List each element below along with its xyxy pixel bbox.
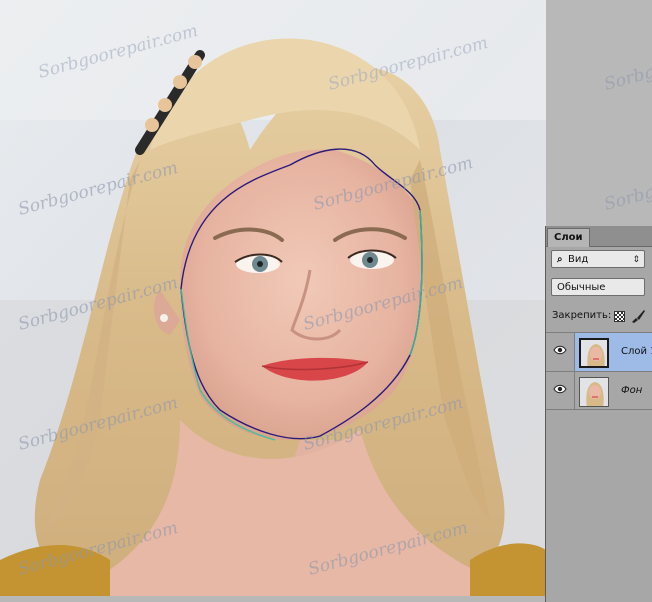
blend-mode-value: Обычные	[557, 282, 606, 293]
layer-name[interactable]: Слой 1	[621, 346, 652, 357]
layer-filter-select[interactable]: ⌕ Вид ⇕	[551, 250, 645, 268]
tab-layers[interactable]: Слои	[547, 228, 590, 247]
lock-row: Закрепить:	[546, 306, 652, 326]
visibility-column	[546, 372, 575, 409]
layer-thumbnail	[579, 338, 609, 368]
layer-row[interactable]: Слой 1	[546, 332, 652, 371]
layer-filter-value: Вид	[568, 254, 589, 265]
layers-panel: Слои ⌕ Вид ⇕ Обычные Закрепить: Слой Фон	[545, 226, 652, 602]
layer-row[interactable]: Фон	[546, 371, 652, 410]
blend-mode-select[interactable]: Обычные	[551, 278, 645, 296]
visibility-column	[546, 333, 575, 371]
search-icon: ⌕	[557, 254, 563, 265]
lock-transparent-icon[interactable]	[614, 311, 625, 322]
layer-name[interactable]: Фон	[621, 385, 642, 396]
watermark-text: Sorbgoorepair.com	[602, 153, 652, 215]
updown-arrows-icon: ⇕	[632, 255, 640, 265]
layer-thumbnail	[579, 377, 609, 407]
lock-label: Закрепить:	[552, 310, 612, 321]
watermark-text: Sorbgoorepair.com	[602, 33, 652, 95]
lock-brush-icon[interactable]	[630, 309, 646, 323]
eye-icon[interactable]	[553, 345, 567, 355]
eye-icon[interactable]	[553, 384, 567, 394]
image-canvas[interactable]: Sorbgoorepair.com Sorbgoorepair.com Sorb…	[0, 0, 546, 596]
panel-tab-bar: Слои	[546, 226, 652, 247]
photo-portrait: Sorbgoorepair.com Sorbgoorepair.com Sorb…	[0, 0, 546, 596]
